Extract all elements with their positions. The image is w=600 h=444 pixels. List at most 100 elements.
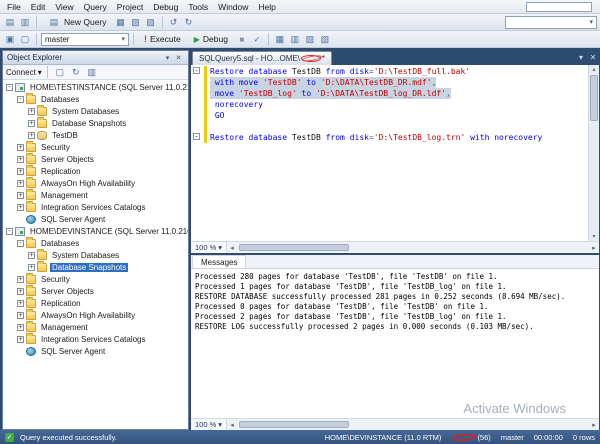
expand-icon[interactable]: + (17, 144, 24, 151)
tab-list-icon[interactable]: ▾ (575, 53, 587, 62)
expand-icon[interactable]: + (17, 168, 24, 175)
execute-button[interactable]: ! Execute (138, 32, 187, 46)
expand-icon[interactable]: + (28, 252, 35, 259)
scroll-right-icon[interactable]: ▸ (589, 421, 599, 429)
expand-icon[interactable]: + (28, 120, 35, 127)
tree-item[interactable]: -Databases (3, 93, 188, 105)
hscroll-thumb[interactable] (239, 421, 349, 428)
indent-icon[interactable]: ▧ (318, 32, 332, 46)
tree-item[interactable]: +Security (3, 141, 188, 153)
tree-item[interactable]: +TestDB (3, 129, 188, 141)
menu-tools[interactable]: Tools (183, 1, 213, 13)
code-editor[interactable]: -Restore database TestDB from disk='D:\T… (191, 65, 599, 241)
results-text-icon[interactable]: ▥ (288, 32, 302, 46)
vscroll-thumb[interactable] (590, 75, 598, 121)
menu-help[interactable]: Help (253, 1, 280, 13)
code-line[interactable] (191, 121, 588, 132)
comment-icon[interactable]: ▨ (303, 32, 317, 46)
expand-icon[interactable]: + (17, 192, 24, 199)
menu-edit[interactable]: Edit (26, 1, 51, 13)
editor-zoom-control[interactable]: 100 % ▾ (191, 242, 227, 253)
tree-item[interactable]: +Integration Services Catalogs (3, 201, 188, 213)
expand-icon[interactable]: + (17, 300, 24, 307)
tab-messages[interactable]: Messages (192, 255, 246, 268)
object-explorer-titlebar[interactable]: Object Explorer ▾ ✕ (3, 51, 188, 65)
collapse-icon[interactable]: - (17, 240, 24, 247)
scroll-right-icon[interactable]: ▸ (589, 244, 599, 252)
redo-icon[interactable]: ↻ (182, 15, 196, 29)
expand-icon[interactable]: + (17, 312, 24, 319)
code-line[interactable]: with move 'TestDB' to 'D:\DATA\TestDB_DR… (191, 77, 588, 88)
tree-item[interactable]: +Replication (3, 297, 188, 309)
filter-icon[interactable]: ▥ (85, 65, 99, 79)
tree-item[interactable]: -HOME\TESTINSTANCE (SQL Server 11.0.2100… (3, 81, 188, 93)
tree-item[interactable]: -Databases (3, 237, 188, 249)
toolbar-combo[interactable]: ▾ (505, 16, 597, 29)
tree-item[interactable]: SQL Server Agent (3, 213, 188, 225)
code-line[interactable]: move 'TestDB_log' to 'D:\DATA\TestDB_log… (191, 88, 588, 99)
code-line[interactable]: -Restore database TestDB from disk='D:\T… (191, 132, 588, 143)
quick-launch-input[interactable] (526, 2, 592, 12)
expand-icon[interactable]: + (17, 336, 24, 343)
code-line[interactable]: norecovery (191, 99, 588, 110)
code-area[interactable]: -Restore database TestDB from disk='D:\T… (191, 66, 588, 241)
expand-icon[interactable]: + (28, 264, 35, 271)
editor-vscrollbar[interactable]: ▴ ▾ (588, 65, 599, 241)
expand-icon[interactable]: + (28, 132, 35, 139)
expand-icon[interactable]: + (17, 288, 24, 295)
tree-item[interactable]: +Integration Services Catalogs (3, 333, 188, 345)
connect-database-icon[interactable]: ▣ (3, 32, 17, 46)
results-grid-icon[interactable]: ▦ (273, 32, 287, 46)
messages-hscrollbar[interactable]: 100 % ▾ ◂ ▸ (191, 418, 599, 430)
tree-item[interactable]: +System Databases (3, 249, 188, 261)
tree-item[interactable]: +AlwaysOn High Availability (3, 177, 188, 189)
open-file-icon[interactable]: ▥ (18, 15, 32, 29)
tree-item[interactable]: -HOME\DEVINSTANCE (SQL Server 11.0.2100 … (3, 225, 188, 237)
code-line[interactable]: -Restore database TestDB from disk='D:\T… (191, 66, 588, 77)
stop-icon[interactable]: ■ (235, 32, 249, 46)
database-dropdown[interactable]: master ▾ (41, 33, 129, 46)
expand-icon[interactable]: + (17, 156, 24, 163)
scroll-left-icon[interactable]: ◂ (227, 244, 237, 252)
tree-item[interactable]: +AlwaysOn High Availability (3, 309, 188, 321)
tree-item[interactable]: +System Databases (3, 105, 188, 117)
tree-item[interactable]: +Database Snapshots (3, 117, 188, 129)
fold-collapse-icon[interactable]: - (193, 67, 200, 74)
new-query-button[interactable]: ▤ New Query (41, 13, 113, 31)
collapse-icon[interactable]: - (17, 96, 24, 103)
save-all-icon[interactable]: ▧ (129, 15, 143, 29)
tree-item[interactable]: +Replication (3, 165, 188, 177)
save-icon[interactable]: ▦ (114, 15, 128, 29)
code-line[interactable]: GO (191, 110, 588, 121)
menu-view[interactable]: View (50, 1, 78, 13)
expand-icon[interactable]: + (17, 204, 24, 211)
expand-icon[interactable]: + (28, 108, 35, 115)
menu-file[interactable]: File (2, 1, 26, 13)
expand-icon[interactable]: + (17, 324, 24, 331)
vscroll-track[interactable] (589, 74, 599, 232)
collapse-icon[interactable]: - (6, 84, 13, 91)
disconnect-icon[interactable]: ▢ (53, 65, 67, 79)
tree-item[interactable]: +Database Snapshots (3, 261, 188, 273)
hscroll-track[interactable] (237, 419, 589, 430)
debug-button[interactable]: ▶ Debug (188, 32, 234, 46)
tree-item[interactable]: +Security (3, 273, 188, 285)
window-position-icon[interactable]: ▾ (162, 54, 173, 62)
tree-item[interactable]: SQL Server Agent (3, 345, 188, 357)
menu-window[interactable]: Window (213, 1, 253, 13)
menu-query[interactable]: Query (79, 1, 112, 13)
hscroll-track[interactable] (237, 242, 589, 253)
connect-button[interactable]: Connect (6, 68, 36, 77)
close-document-icon[interactable]: ✕ (587, 53, 599, 62)
expand-icon[interactable]: + (17, 276, 24, 283)
tree-item[interactable]: +Management (3, 321, 188, 333)
document-tab[interactable]: SQLQuery5.sql - HO...OME\ * (192, 51, 332, 65)
close-icon[interactable]: ✕ (173, 54, 184, 62)
disconnect-database-icon[interactable]: ▢ (18, 32, 32, 46)
expand-icon[interactable]: + (17, 180, 24, 187)
undo-icon[interactable]: ↺ (167, 15, 181, 29)
collapse-icon[interactable]: - (6, 228, 13, 235)
scroll-up-icon[interactable]: ▴ (589, 65, 599, 74)
tree-item[interactable]: +Server Objects (3, 285, 188, 297)
editor-hscrollbar[interactable]: 100 % ▾ ◂ ▸ (191, 241, 599, 253)
